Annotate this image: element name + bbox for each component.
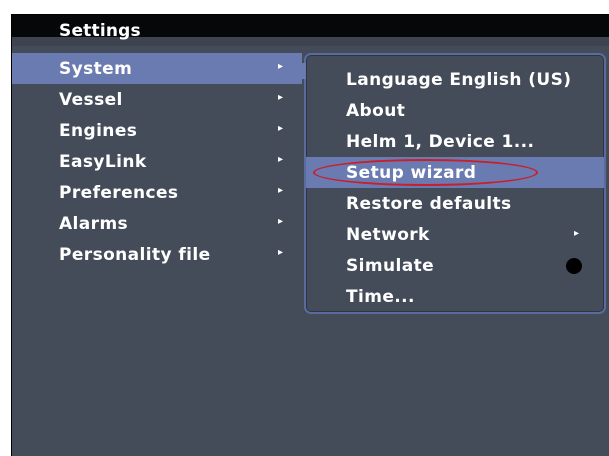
chevron-right-icon: ▸ bbox=[278, 123, 284, 134]
chevron-right-icon: ▸ bbox=[278, 92, 284, 103]
main-menu: System ▸ Vessel ▸ Engines ▸ EasyLink ▸ P… bbox=[12, 45, 302, 295]
submenu-item-network[interactable]: Network ▸ bbox=[306, 219, 604, 250]
submenu-item-label: Helm 1, Device 1... bbox=[346, 132, 535, 152]
chevron-right-icon: ▸ bbox=[278, 154, 284, 165]
page-title: Settings bbox=[59, 21, 141, 41]
submenu-item-label: Restore defaults bbox=[346, 194, 512, 214]
chevron-right-icon: ▸ bbox=[278, 216, 284, 227]
toggle-dot-icon bbox=[566, 258, 582, 274]
chevron-right-icon: ▸ bbox=[574, 228, 580, 239]
menu-item-personality-file[interactable]: Personality file ▸ bbox=[12, 239, 302, 270]
chevron-right-icon: ▸ bbox=[278, 185, 284, 196]
submenu-item-about[interactable]: About bbox=[306, 95, 604, 126]
menu-item-system[interactable]: System ▸ bbox=[12, 53, 302, 84]
annotation-circle bbox=[313, 159, 538, 186]
submenu-item-label: Time... bbox=[346, 287, 415, 307]
menu-item-alarms[interactable]: Alarms ▸ bbox=[12, 208, 302, 239]
system-submenu: Language English (US) About Helm 1, Devi… bbox=[296, 53, 606, 314]
menu-item-engines[interactable]: Engines ▸ bbox=[12, 115, 302, 146]
submenu-item-language[interactable]: Language English (US) bbox=[306, 64, 604, 95]
menu-item-label: Engines bbox=[59, 121, 138, 141]
submenu-item-setup-wizard[interactable]: Setup wizard bbox=[306, 157, 604, 188]
menu-item-label: Alarms bbox=[59, 214, 129, 234]
menu-item-label: EasyLink bbox=[59, 152, 147, 172]
menu-item-label: Preferences bbox=[59, 183, 179, 203]
submenu-item-label: Simulate bbox=[346, 256, 435, 276]
submenu-item-label: Network bbox=[346, 225, 430, 245]
submenu-item-helm-device[interactable]: Helm 1, Device 1... bbox=[306, 126, 604, 157]
chevron-right-icon: ▸ bbox=[278, 61, 284, 72]
title-bar: Settings bbox=[12, 15, 609, 46]
submenu-item-label: About bbox=[346, 101, 406, 121]
menu-item-label: Vessel bbox=[59, 90, 123, 110]
submenu-item-simulate[interactable]: Simulate bbox=[306, 250, 604, 281]
settings-screen: Settings System ▸ Vessel ▸ Engines ▸ Eas… bbox=[11, 14, 609, 456]
menu-item-easylink[interactable]: EasyLink ▸ bbox=[12, 146, 302, 177]
menu-item-label: System bbox=[59, 59, 133, 79]
submenu-item-label: Language English (US) bbox=[346, 70, 572, 90]
menu-item-vessel[interactable]: Vessel ▸ bbox=[12, 84, 302, 115]
submenu-item-restore-defaults[interactable]: Restore defaults bbox=[306, 188, 604, 219]
chevron-right-icon: ▸ bbox=[278, 247, 284, 258]
menu-item-label: Personality file bbox=[59, 245, 211, 265]
submenu-item-time[interactable]: Time... bbox=[306, 281, 604, 312]
menu-item-preferences[interactable]: Preferences ▸ bbox=[12, 177, 302, 208]
